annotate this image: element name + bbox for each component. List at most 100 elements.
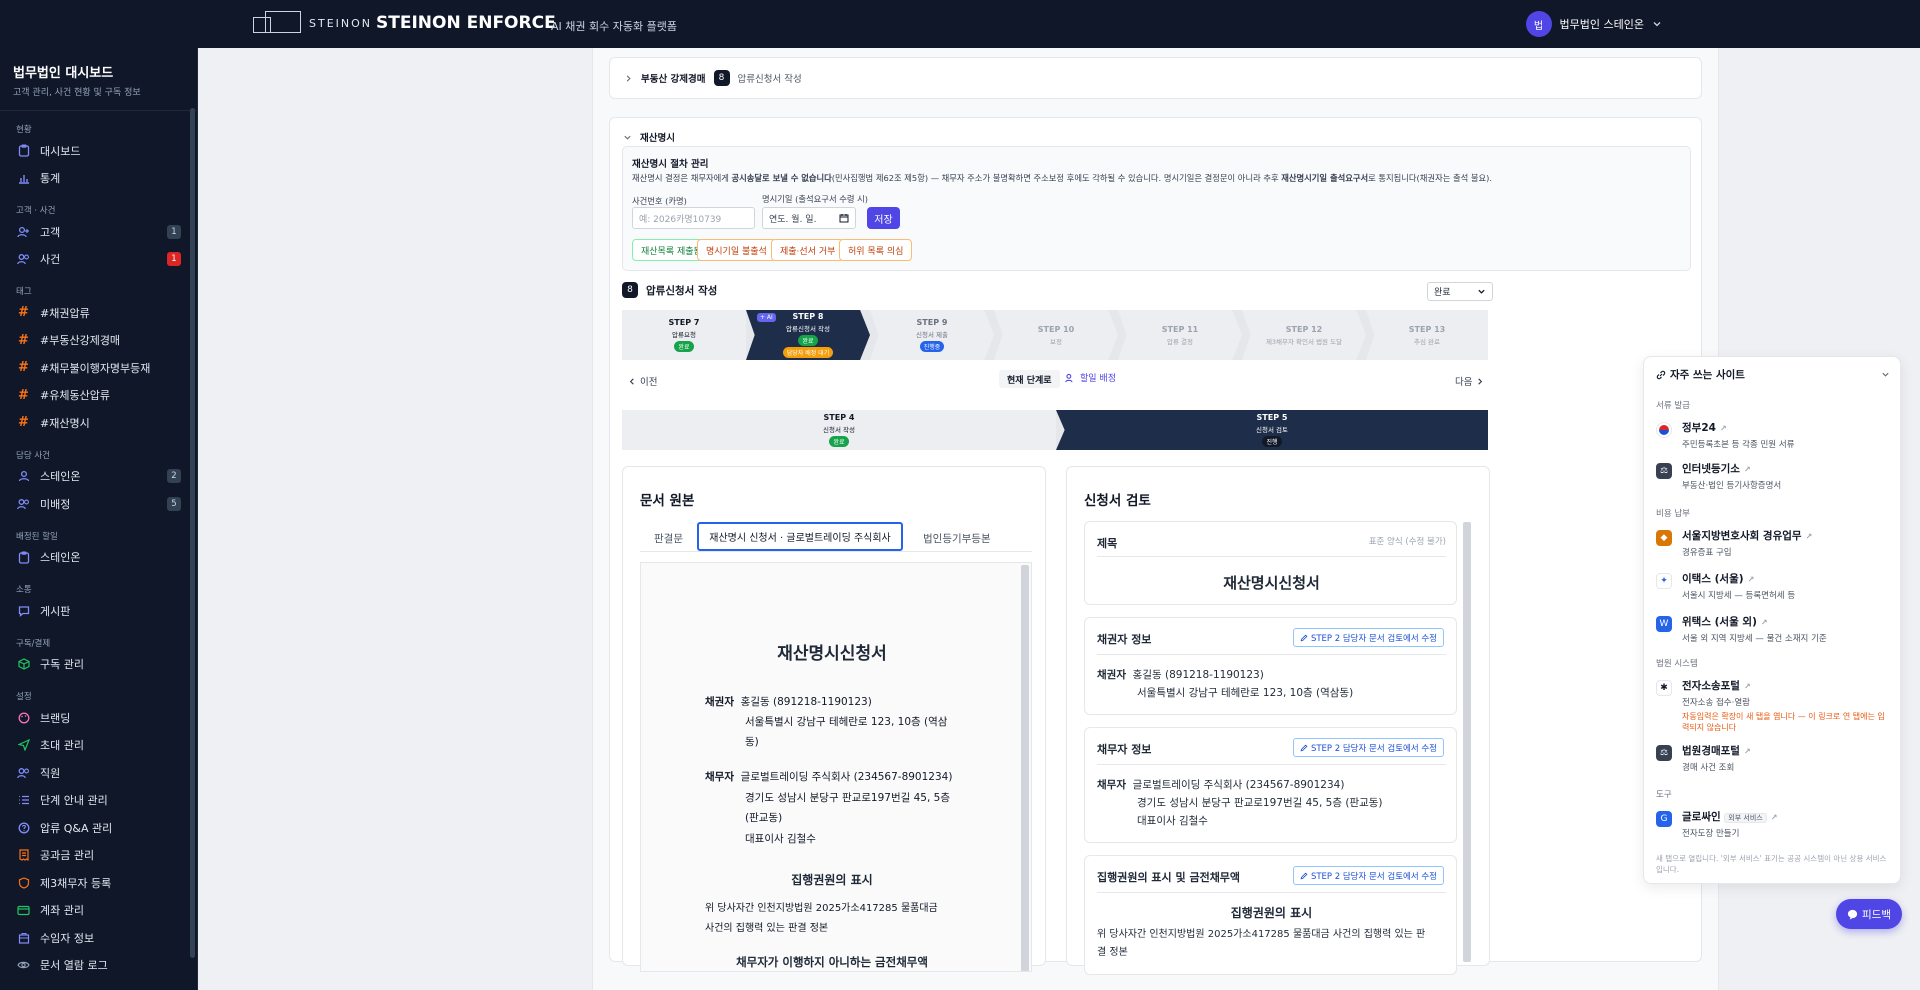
step-13[interactable]: STEP 13 추심 완료 [1366, 310, 1488, 360]
review-scrollbar[interactable] [1463, 522, 1471, 962]
section-assigned: 담당 사건 [16, 450, 50, 461]
step-11[interactable]: STEP 11 압류 결정 [1118, 310, 1242, 360]
doc-exec-title: 집행권원의 표시 [791, 873, 873, 887]
tab-asset-application[interactable]: 재산명시 신청서 · 글로벌트레이딩 주식회사 [697, 522, 903, 551]
pencil-icon [1300, 634, 1308, 641]
app-subtitle: AI 채권 회수 자동화 플랫폼 [551, 20, 677, 33]
tab-underline [640, 551, 1032, 552]
site-etax-seoul[interactable]: ✦ 이택스 (서울) ↗ 서울시 지방세 — 등록면허세 등 [1656, 571, 1886, 601]
prev-button[interactable]: 이전 [628, 374, 657, 388]
sidebar-item-steinon[interactable]: 스테인온 2 [0, 463, 197, 491]
status-select[interactable]: 완료 [1427, 282, 1493, 301]
subject-value: 재산명시신청서 [1223, 574, 1320, 592]
pencil-icon [1300, 744, 1308, 751]
edit-creditor-button[interactable]: STEP 2 담당자 문서 검토에서 수정 [1292, 628, 1444, 647]
save-button[interactable]: 저장 [867, 207, 900, 229]
sidebar-item-step-guide[interactable]: 단계 안내 관리 [0, 787, 197, 815]
step-10[interactable]: STEP 10 보정 [994, 310, 1118, 360]
date-input[interactable]: 연도. 월. 일. [762, 207, 856, 229]
sidebar-item-doc-log[interactable]: 문서 열람 로그 [0, 952, 197, 980]
sidebar-item-task-steinon[interactable]: 스테인온 [0, 544, 197, 572]
external-link-icon: ↗ [1743, 682, 1751, 691]
sidebar-item-branding[interactable]: 브랜딩 [0, 704, 197, 732]
calendar-icon[interactable] [839, 213, 849, 223]
brand-wordmark: STEINON [309, 17, 373, 30]
sidebar-scrollbar[interactable] [190, 108, 195, 958]
user-menu[interactable]: 법 법무법인 스테인온 [1525, 11, 1662, 37]
site-iros[interactable]: ⚖ 인터넷등기소 ↗ 부동산·법인 등기사항증명서 [1656, 461, 1886, 491]
tab-judgment[interactable]: 판결문 [654, 531, 683, 546]
step-8-current[interactable]: STEP 8 압류신청서 작성 완료 담당자 배정 대기 + AI [746, 310, 870, 360]
shield-icon [17, 876, 30, 889]
current-step-button[interactable]: 현재 단계로 [999, 370, 1060, 388]
sidebar-item-stats[interactable]: 통계 [0, 165, 197, 193]
sidebar-item-board[interactable]: 게시판 [0, 597, 197, 625]
site-bar-association[interactable]: ◆ 서울지방변호사회 경유업무 ↗ 경유증표 구입 [1656, 528, 1886, 558]
ecourt-icon: ✱ [1656, 680, 1672, 696]
sidebar-item-tag-1[interactable]: # #채권압류 [0, 299, 197, 327]
chip-absent[interactable]: 명시기일 불출석 [697, 239, 776, 261]
message-icon [17, 604, 30, 617]
site-auction[interactable]: ⚖ 법원경매포털 ↗ 경매 사건 조회 [1656, 743, 1886, 773]
list-icon [17, 794, 30, 807]
next-button[interactable]: 다음 [1455, 374, 1484, 388]
sidebar-item-dashboard[interactable]: 대시보드 [0, 137, 197, 165]
site-wetax[interactable]: W 위택스 (서울 외) ↗ 서울 외 지역 지방세 — 물건 소재지 기준 [1656, 614, 1886, 644]
sidebar-item-tag-5[interactable]: # #재산명시 [0, 409, 197, 437]
user-plus-icon [17, 225, 30, 238]
feedback-button[interactable]: 피드백 [1836, 899, 1902, 929]
sidebar-item-qa[interactable]: 압류 Q&A 관리 [0, 814, 197, 842]
sub-step-4[interactable]: STEP 4 신청서 작성 완료 [622, 410, 1056, 450]
site-ecourt[interactable]: ✱ 전자소송포털 ↗ 전자소송 접수·열람 자동입력은 확장이 새 탭을 엽니다 — … [1656, 678, 1886, 734]
sidebar-item-tag-2[interactable]: # #부동산강제경매 [0, 327, 197, 355]
pencil-icon [1300, 872, 1308, 879]
external-link-icon: ↗ [1747, 575, 1755, 584]
sidebar-item-staff[interactable]: 직원 [0, 759, 197, 787]
chat-icon [1847, 909, 1858, 920]
step-12[interactable]: STEP 12 제3채무자 확인서 법원 도달 [1242, 310, 1366, 360]
sidebar: 법무법인 대시보드 고객 관리, 사건 현황 및 구독 정보 현황 대시보드 통… [0, 48, 198, 990]
sites-footer: 새 탭으로 열립니다. '외부 서비스' 표기는 공공 시스템이 아닌 상용 서… [1656, 854, 1887, 874]
chevron-left-icon [629, 377, 634, 385]
sidebar-item-invite[interactable]: 초대 관리 [0, 732, 197, 760]
sidebar-item-cases[interactable]: 사건 1 [0, 246, 197, 274]
chip-refused[interactable]: 제출·선서 거부 [771, 239, 845, 261]
site-gov24[interactable]: 정부24 ↗ 주민등록초본 등 각종 민원 서류 [1656, 420, 1886, 450]
asset-header[interactable]: 재산명시 [623, 130, 675, 144]
sub-step-5-current[interactable]: STEP 5 신청서 검토 진행 [1056, 410, 1488, 450]
case-detail-panel: 부동산 강제경매 8 압류신청서 작성 재산명시 재산명시 절차 관리 재산명시… [592, 48, 1719, 990]
step-7[interactable]: STEP 7 압류요청 완료 [622, 310, 746, 360]
preview-scrollbar[interactable] [1021, 565, 1029, 971]
step-progress-bar: STEP 7 압류요청 완료 STEP 8 압류신청서 작성 완료 담당자 배정 대… [622, 310, 1488, 360]
chip-false-list[interactable]: 허위 목록 의심 [839, 239, 913, 261]
edit-exec-button[interactable]: STEP 2 담당자 문서 검토에서 수정 [1292, 866, 1444, 885]
case-number-input[interactable]: 예: 2026카명10739 [632, 207, 755, 229]
sidebar-item-unassigned[interactable]: 미배정 5 [0, 490, 197, 518]
document-preview: 재산명시신청서 채권자 홍길동 (891218-1190123) 서울특별시 강… [640, 562, 1032, 972]
sidebar-item-clients[interactable]: 고객 1 [0, 218, 197, 246]
steinon-logo-icon[interactable] [253, 11, 301, 35]
sidebar-item-utility[interactable]: 공과금 관리 [0, 842, 197, 870]
step-number-badge: 8 [622, 282, 638, 298]
assign-task-button[interactable]: 할일 배정 [1065, 371, 1116, 384]
edit-debtor-button[interactable]: STEP 2 담당자 문서 검토에서 수정 [1292, 738, 1444, 757]
sidebar-item-account[interactable]: 계좌 관리 [0, 897, 197, 925]
stage-step-title: 압류신청서 작성 [737, 74, 802, 85]
stage-card-collapsed[interactable]: 부동산 강제경매 8 압류신청서 작성 [609, 57, 1702, 99]
chevron-down-icon[interactable] [1881, 370, 1890, 379]
creditor-section-divider [1097, 654, 1446, 655]
tab-corp-registry[interactable]: 법인등기부등본 [923, 531, 991, 546]
sidebar-title: 법무법인 대시보드 [13, 66, 114, 81]
step-9[interactable]: STEP 9 신청서 제출 진행중 [870, 310, 994, 360]
sidebar-item-tag-3[interactable]: # #채무불이행자명부등재 [0, 354, 197, 382]
sidebar-item-tag-4[interactable]: # #유체동산압류 [0, 382, 197, 410]
sidebar-item-subscription[interactable]: 구독 관리 [0, 651, 197, 679]
sidebar-item-beneficiary[interactable]: 수임자 정보 [0, 924, 197, 952]
external-link-icon: ↗ [1760, 618, 1768, 627]
sidebar-item-third-party[interactable]: 제3채무자 등록 [0, 869, 197, 897]
subject-divider [1097, 556, 1446, 557]
sites-panel-header[interactable]: 자주 쓰는 사이트 [1656, 367, 1890, 382]
frequent-sites-panel: 자주 쓰는 사이트 서류 발급 정부24 ↗ 주민등록초본 등 각종 민원 서류 ⚖… [1643, 356, 1901, 884]
users-icon [17, 766, 30, 779]
site-glosign[interactable]: G 글로싸인 외부 서비스 ↗ 전자도장 만들기 [1656, 809, 1886, 839]
